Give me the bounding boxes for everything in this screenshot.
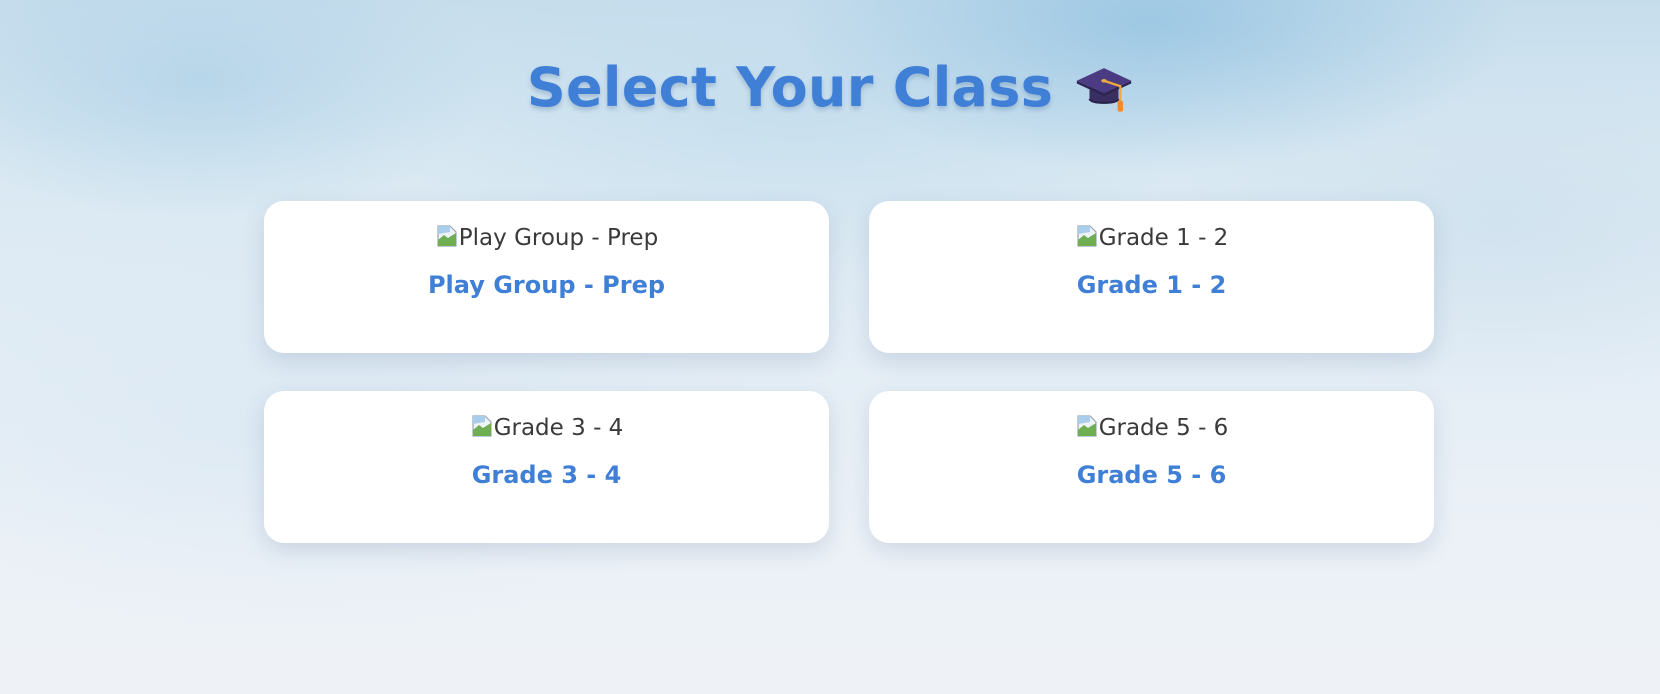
graduation-cap-icon [1076, 67, 1132, 112]
class-card-label[interactable]: Grade 1 - 2 [1077, 271, 1227, 299]
broken-image-icon [437, 225, 457, 247]
class-card-label[interactable]: Grade 5 - 6 [1077, 461, 1227, 489]
class-image[interactable]: Grade 1 - 2 [1075, 223, 1229, 253]
broken-image-icon [1077, 415, 1097, 437]
class-image[interactable]: Grade 5 - 6 [1075, 413, 1229, 443]
class-image-alt-text: Play Group - Prep [458, 225, 659, 251]
class-image[interactable]: Play Group - Prep [435, 223, 658, 253]
class-image-alt-text: Grade 5 - 6 [1098, 415, 1229, 441]
class-card-grade-1-2[interactable]: Grade 1 - 2 Grade 1 - 2 [869, 201, 1434, 353]
class-image-alt-text: Grade 1 - 2 [1098, 225, 1229, 251]
class-grid: Play Group - Prep Play Group - Prep Grad… [264, 201, 1434, 543]
class-card-label[interactable]: Grade 3 - 4 [472, 461, 622, 489]
page-header: Select Your Class [0, 56, 1660, 119]
class-card-play-group-prep[interactable]: Play Group - Prep Play Group - Prep [264, 201, 829, 353]
page-title: Select Your Class [526, 56, 1054, 119]
class-card-grade-3-4[interactable]: Grade 3 - 4 Grade 3 - 4 [264, 391, 829, 543]
broken-image-icon [472, 415, 492, 437]
class-image[interactable]: Grade 3 - 4 [470, 413, 624, 443]
broken-image-icon [1077, 225, 1097, 247]
class-card-label[interactable]: Play Group - Prep [428, 271, 665, 299]
class-card-grade-5-6[interactable]: Grade 5 - 6 Grade 5 - 6 [869, 391, 1434, 543]
class-image-alt-text: Grade 3 - 4 [493, 415, 624, 441]
